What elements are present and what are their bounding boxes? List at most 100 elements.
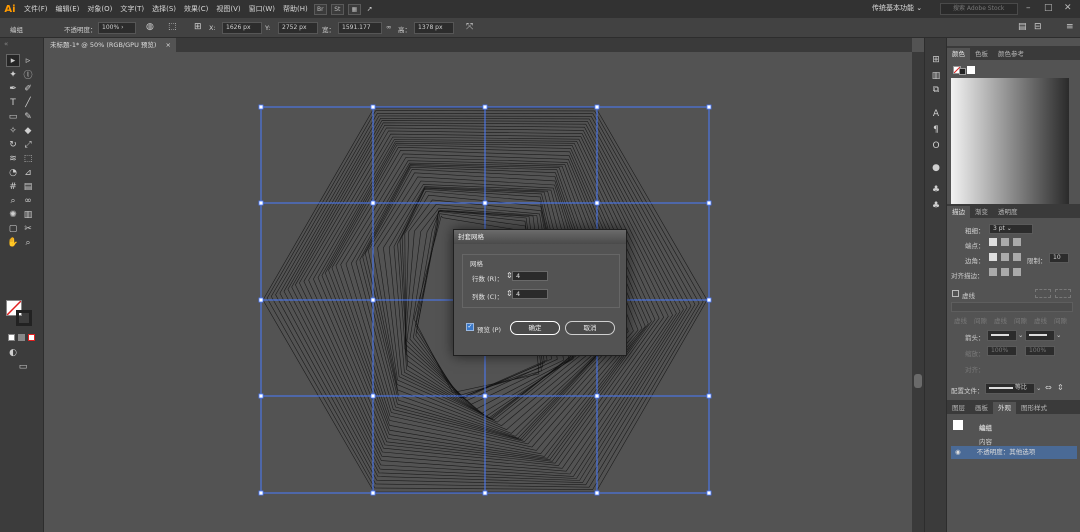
opentype-icon[interactable]: O [930, 140, 942, 152]
tab-graphic-styles[interactable]: 图形样式 [1016, 402, 1052, 414]
start-arrow-select[interactable] [987, 330, 1017, 341]
preview-checkbox[interactable]: ✓ [466, 323, 474, 331]
columns-input[interactable]: 4 [512, 289, 548, 299]
workspace-switcher[interactable]: 传统基本功能 ⌄ [872, 3, 922, 13]
free-transform-icon[interactable]: ⬚ [21, 152, 35, 165]
dash-align-icon[interactable] [1055, 289, 1071, 298]
color-mode-icon[interactable] [8, 334, 15, 341]
end-arrow-select[interactable] [1025, 330, 1055, 341]
gradient-mode-icon[interactable] [18, 334, 25, 341]
arrange-icon[interactable]: ▦ [347, 3, 361, 15]
eyedropper-icon[interactable]: ⌕ [6, 194, 20, 207]
appearance-opacity-row[interactable]: ◉ 不透明度：其他选项 [951, 446, 1077, 459]
hand-icon[interactable]: ✋ [6, 236, 20, 249]
menu-select[interactable]: 选择(S) [148, 4, 180, 14]
y-field[interactable]: 2752 px [278, 22, 318, 34]
weight-field[interactable]: 3 pt ⌄ [989, 224, 1033, 234]
vertical-scrollbar[interactable] [912, 52, 924, 532]
flip-vertical-icon[interactable]: ⇕ [1057, 383, 1064, 392]
profile-select[interactable]: 等比 [985, 383, 1035, 394]
square-cap-icon[interactable] [1013, 238, 1021, 246]
minimize-icon[interactable]: – [1026, 3, 1031, 13]
symbol-sprayer-icon[interactable]: ✺ [6, 208, 20, 221]
character-icon[interactable]: A [930, 108, 942, 120]
start-arrow-chevron-icon[interactable]: ⌄ [1018, 331, 1023, 339]
gpu-icon[interactable]: ➚ [363, 5, 377, 13]
shaper-icon[interactable]: ✧ [6, 124, 20, 137]
menu-view[interactable]: 视图(V) [212, 4, 244, 14]
tab-layers[interactable]: 图层 [947, 402, 970, 414]
round-join-icon[interactable] [1001, 253, 1009, 261]
scroll-thumb[interactable] [914, 374, 922, 388]
end-arrow-chevron-icon[interactable]: ⌄ [1056, 331, 1061, 339]
menu-edit[interactable]: 编辑(E) [52, 4, 84, 14]
draw-mode-icon[interactable]: ◐ [6, 346, 20, 359]
width-icon[interactable]: ≋ [6, 152, 20, 165]
opacity-field[interactable]: 100% › [98, 22, 136, 34]
close-tab-icon[interactable]: × [166, 38, 171, 52]
width-field[interactable]: 1591.177 [338, 22, 382, 34]
menu-effect[interactable]: 效果(C) [180, 4, 212, 14]
menu-window[interactable]: 窗口(W) [245, 4, 279, 14]
gradient-icon[interactable]: ▤ [21, 180, 35, 193]
control-menu-icon[interactable]: ≡ [1066, 22, 1074, 32]
menu-type[interactable]: 文字(T) [116, 4, 148, 14]
color-spectrum[interactable] [951, 78, 1069, 208]
tab-appearance[interactable]: 外观 [993, 402, 1016, 414]
slice-icon[interactable]: ✂ [21, 222, 35, 235]
round-cap-icon[interactable] [1001, 238, 1009, 246]
direct-selection-icon[interactable]: ▹ [21, 54, 35, 67]
artboards-icon[interactable]: ⊞ [930, 54, 942, 66]
recolor-icon[interactable]: ◍ [146, 22, 154, 32]
paragraph-icon[interactable]: ¶ [930, 124, 942, 136]
perspective-icon[interactable]: ⊿ [21, 166, 35, 179]
align-center-icon[interactable] [989, 268, 997, 276]
height-field[interactable]: 1378 px [414, 22, 454, 34]
flip-horizontal-icon[interactable]: ⇔ [1045, 383, 1052, 392]
butt-cap-icon[interactable] [989, 238, 997, 246]
line-icon[interactable]: ╱ [21, 96, 35, 109]
color-guide-icon[interactable]: ● [930, 162, 942, 174]
paintbrush-icon[interactable]: ✎ [21, 110, 35, 123]
stroke-swatch[interactable] [16, 310, 32, 326]
end-scale-field[interactable]: 100% [1025, 346, 1055, 356]
blend-icon[interactable]: ∞ [21, 194, 35, 207]
graph-icon[interactable]: ▥ [21, 208, 35, 221]
align-inside-icon[interactable] [1001, 268, 1009, 276]
links-icon[interactable]: ⧉ [930, 84, 942, 96]
brushes-icon[interactable]: ♣ [930, 184, 942, 196]
dash-fields[interactable] [951, 302, 1073, 312]
tab-transparency[interactable]: 透明度 [993, 206, 1023, 218]
maximize-icon[interactable]: □ [1044, 3, 1053, 13]
arrange-docs-icon[interactable]: ⊟ [1034, 22, 1042, 32]
appearance-content[interactable]: 内容 [979, 436, 992, 446]
curvature-icon[interactable]: ✐ [21, 82, 35, 95]
panel-menu-icon[interactable]: ▤ [1018, 22, 1027, 32]
document-tab[interactable]: 未标题-1* @ 50% (RGB/GPU 预览) × [44, 38, 176, 52]
x-field[interactable]: 1626 px [222, 22, 262, 34]
align-icon[interactable]: ⬚ [168, 22, 177, 32]
close-window-icon[interactable]: ✕ [1064, 3, 1072, 13]
dialog-title[interactable]: 封套网格 [454, 230, 626, 244]
dashed-checkbox[interactable] [952, 290, 959, 297]
ok-button[interactable]: 确定 [510, 321, 560, 335]
type-icon[interactable]: T [6, 96, 20, 109]
symbols-icon[interactable]: ♣ [930, 200, 942, 212]
mesh-icon[interactable]: # [6, 180, 20, 193]
link-icon[interactable]: ∞ [386, 23, 391, 31]
zoom-icon[interactable]: ⌕ [21, 236, 35, 249]
tab-artboards[interactable]: 画板 [970, 402, 993, 414]
rows-input[interactable]: 4 [512, 271, 548, 281]
stock-search-input[interactable]: 搜索 Adobe Stock [940, 3, 1018, 15]
pen-icon[interactable]: ✒ [6, 82, 20, 95]
tab-color-guide[interactable]: 颜色参考 [993, 48, 1029, 60]
eraser-icon[interactable]: ◆ [21, 124, 35, 137]
profile-chevron-icon[interactable]: ⌄ [1036, 384, 1041, 392]
scale-icon[interactable]: ⤢ [21, 138, 35, 151]
bridge-icon[interactable]: Br [313, 3, 327, 15]
menu-object[interactable]: 对象(O) [83, 4, 116, 14]
none-mode-icon[interactable] [28, 334, 35, 341]
tab-color[interactable]: 颜色 [947, 48, 970, 60]
dash-preserve-icon[interactable] [1035, 289, 1051, 298]
artboard-icon[interactable]: ▢ [6, 222, 20, 235]
